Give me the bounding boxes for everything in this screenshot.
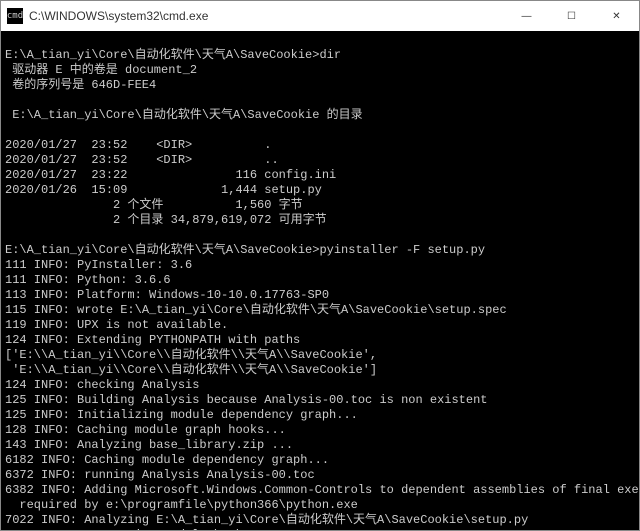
terminal-line: 卷的序列号是 646D-FEE4 [5,78,635,93]
terminal-line: 2 个目录 34,879,619,072 可用字节 [5,213,635,228]
terminal-line: 2020/01/26 15:09 1,444 setup.py [5,183,635,198]
terminal-line: 124 INFO: Extending PYTHONPATH with path… [5,333,635,348]
minimize-button[interactable]: — [504,1,549,31]
terminal-line: 6182 INFO: Caching module dependency gra… [5,453,635,468]
terminal-line: 119 INFO: UPX is not available. [5,318,635,333]
terminal-line: 2020/01/27 23:52 <DIR> . [5,138,635,153]
terminal-line: 113 INFO: Platform: Windows-10-10.0.1776… [5,288,635,303]
close-button[interactable]: ✕ [594,1,639,31]
terminal-line: 6372 INFO: running Analysis Analysis-00.… [5,468,635,483]
terminal-line: 111 INFO: PyInstaller: 3.6 [5,258,635,273]
terminal-line [5,93,635,108]
terminal-line: 2020/01/27 23:52 <DIR> .. [5,153,635,168]
terminal-line: 驱动器 E 中的卷是 document_2 [5,63,635,78]
maximize-button[interactable]: ☐ [549,1,594,31]
terminal-line: 128 INFO: Caching module graph hooks... [5,423,635,438]
terminal-line [5,123,635,138]
terminal-line: 125 INFO: Building Analysis because Anal… [5,393,635,408]
terminal-line: 'E:\\A_tian_yi\\Core\\自动化软件\\天气A\\SaveCo… [5,363,635,378]
cmd-window: cmd C:\WINDOWS\system32\cmd.exe — ☐ ✕ E:… [0,0,640,531]
terminal-line: 6382 INFO: Adding Microsoft.Windows.Comm… [5,483,635,498]
terminal-line: required by e:\programfile\python366\pyt… [5,498,635,513]
terminal-line: 7085 INFO: Processing module hooks... [5,528,635,530]
terminal-line: 111 INFO: Python: 3.6.6 [5,273,635,288]
terminal-line: 2020/01/27 23:22 116 config.ini [5,168,635,183]
terminal-line [5,33,635,48]
terminal-output[interactable]: E:\A_tian_yi\Core\自动化软件\天气A\SaveCookie>d… [1,31,639,530]
terminal-line: 125 INFO: Initializing module dependency… [5,408,635,423]
terminal-line: 2 个文件 1,560 字节 [5,198,635,213]
terminal-line: E:\A_tian_yi\Core\自动化软件\天气A\SaveCookie 的… [5,108,635,123]
terminal-line: 7022 INFO: Analyzing E:\A_tian_yi\Core\自… [5,513,635,528]
terminal-line: ['E:\\A_tian_yi\\Core\\自动化软件\\天气A\\SaveC… [5,348,635,363]
terminal-line: E:\A_tian_yi\Core\自动化软件\天气A\SaveCookie>d… [5,48,635,63]
terminal-line: 115 INFO: wrote E:\A_tian_yi\Core\自动化软件\… [5,303,635,318]
window-title: C:\WINDOWS\system32\cmd.exe [29,9,208,23]
terminal-line [5,228,635,243]
terminal-line: 143 INFO: Analyzing base_library.zip ... [5,438,635,453]
terminal-line: E:\A_tian_yi\Core\自动化软件\天气A\SaveCookie>p… [5,243,635,258]
titlebar[interactable]: cmd C:\WINDOWS\system32\cmd.exe — ☐ ✕ [1,1,639,31]
terminal-line: 124 INFO: checking Analysis [5,378,635,393]
cmd-icon: cmd [7,8,23,24]
